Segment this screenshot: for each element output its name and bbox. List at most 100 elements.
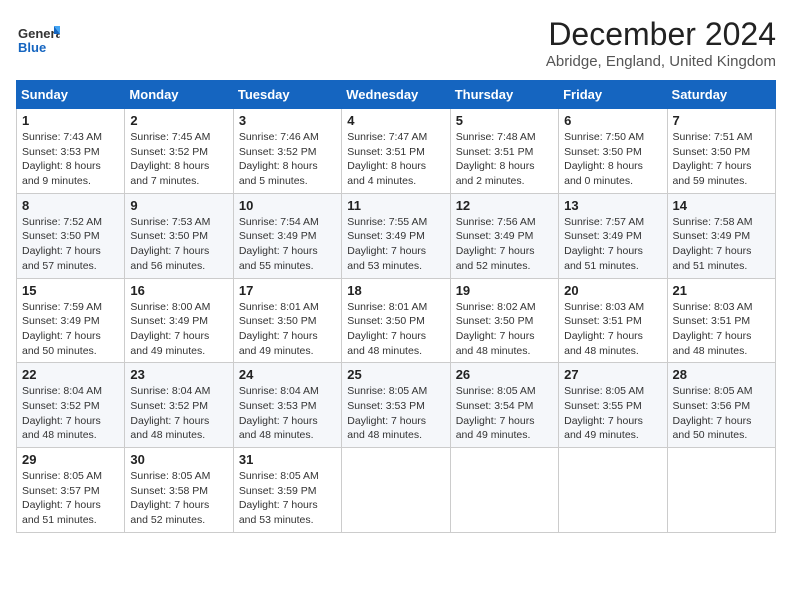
day-cell: 3 Sunrise: 7:46 AM Sunset: 3:52 PM Dayli…: [233, 109, 341, 194]
svg-text:General: General: [18, 26, 60, 41]
day-number: 9: [130, 198, 227, 213]
day-info: Sunrise: 7:46 AM Sunset: 3:52 PM Dayligh…: [239, 130, 336, 189]
day-info: Sunrise: 8:05 AM Sunset: 3:59 PM Dayligh…: [239, 469, 336, 528]
day-cell: 31 Sunrise: 8:05 AM Sunset: 3:59 PM Dayl…: [233, 448, 341, 533]
day-info: Sunrise: 7:53 AM Sunset: 3:50 PM Dayligh…: [130, 215, 227, 274]
day-number: 29: [22, 452, 119, 467]
day-info: Sunrise: 7:45 AM Sunset: 3:52 PM Dayligh…: [130, 130, 227, 189]
day-number: 19: [456, 283, 553, 298]
title-block: December 2024 Abridge, England, United K…: [546, 16, 776, 70]
day-number: 3: [239, 113, 336, 128]
logo-icon: General Blue: [16, 16, 60, 60]
day-info: Sunrise: 7:48 AM Sunset: 3:51 PM Dayligh…: [456, 130, 553, 189]
calendar-header: SundayMondayTuesdayWednesdayThursdayFrid…: [17, 81, 776, 109]
day-info: Sunrise: 7:52 AM Sunset: 3:50 PM Dayligh…: [22, 215, 119, 274]
day-number: 13: [564, 198, 661, 213]
header-tuesday: Tuesday: [233, 81, 341, 109]
calendar-table: SundayMondayTuesdayWednesdayThursdayFrid…: [16, 80, 776, 533]
day-info: Sunrise: 7:43 AM Sunset: 3:53 PM Dayligh…: [22, 130, 119, 189]
day-number: 28: [673, 367, 770, 382]
week-row-1: 1 Sunrise: 7:43 AM Sunset: 3:53 PM Dayli…: [17, 109, 776, 194]
day-number: 25: [347, 367, 444, 382]
day-info: Sunrise: 8:01 AM Sunset: 3:50 PM Dayligh…: [239, 300, 336, 359]
day-number: 6: [564, 113, 661, 128]
day-cell: [450, 448, 558, 533]
day-cell: 28 Sunrise: 8:05 AM Sunset: 3:56 PM Dayl…: [667, 363, 775, 448]
week-row-5: 29 Sunrise: 8:05 AM Sunset: 3:57 PM Dayl…: [17, 448, 776, 533]
day-number: 7: [673, 113, 770, 128]
day-info: Sunrise: 8:00 AM Sunset: 3:49 PM Dayligh…: [130, 300, 227, 359]
header-thursday: Thursday: [450, 81, 558, 109]
day-cell: 22 Sunrise: 8:04 AM Sunset: 3:52 PM Dayl…: [17, 363, 125, 448]
header-row: SundayMondayTuesdayWednesdayThursdayFrid…: [17, 81, 776, 109]
day-number: 18: [347, 283, 444, 298]
day-info: Sunrise: 8:03 AM Sunset: 3:51 PM Dayligh…: [673, 300, 770, 359]
logo: General Blue: [16, 16, 64, 60]
day-cell: 4 Sunrise: 7:47 AM Sunset: 3:51 PM Dayli…: [342, 109, 450, 194]
day-cell: 26 Sunrise: 8:05 AM Sunset: 3:54 PM Dayl…: [450, 363, 558, 448]
day-number: 4: [347, 113, 444, 128]
day-info: Sunrise: 8:03 AM Sunset: 3:51 PM Dayligh…: [564, 300, 661, 359]
day-number: 16: [130, 283, 227, 298]
day-cell: 25 Sunrise: 8:05 AM Sunset: 3:53 PM Dayl…: [342, 363, 450, 448]
header-saturday: Saturday: [667, 81, 775, 109]
day-cell: 27 Sunrise: 8:05 AM Sunset: 3:55 PM Dayl…: [559, 363, 667, 448]
header-sunday: Sunday: [17, 81, 125, 109]
day-info: Sunrise: 7:58 AM Sunset: 3:49 PM Dayligh…: [673, 215, 770, 274]
day-number: 20: [564, 283, 661, 298]
day-info: Sunrise: 8:01 AM Sunset: 3:50 PM Dayligh…: [347, 300, 444, 359]
day-cell: 1 Sunrise: 7:43 AM Sunset: 3:53 PM Dayli…: [17, 109, 125, 194]
main-title: December 2024: [546, 16, 776, 53]
day-cell: 11 Sunrise: 7:55 AM Sunset: 3:49 PM Dayl…: [342, 193, 450, 278]
day-info: Sunrise: 8:04 AM Sunset: 3:52 PM Dayligh…: [130, 384, 227, 443]
subtitle: Abridge, England, United Kingdom: [546, 53, 776, 70]
day-number: 1: [22, 113, 119, 128]
day-info: Sunrise: 7:50 AM Sunset: 3:50 PM Dayligh…: [564, 130, 661, 189]
day-cell: 24 Sunrise: 8:04 AM Sunset: 3:53 PM Dayl…: [233, 363, 341, 448]
day-info: Sunrise: 8:05 AM Sunset: 3:55 PM Dayligh…: [564, 384, 661, 443]
day-info: Sunrise: 7:47 AM Sunset: 3:51 PM Dayligh…: [347, 130, 444, 189]
day-cell: 7 Sunrise: 7:51 AM Sunset: 3:50 PM Dayli…: [667, 109, 775, 194]
day-info: Sunrise: 8:05 AM Sunset: 3:58 PM Dayligh…: [130, 469, 227, 528]
day-cell: 30 Sunrise: 8:05 AM Sunset: 3:58 PM Dayl…: [125, 448, 233, 533]
day-info: Sunrise: 7:57 AM Sunset: 3:49 PM Dayligh…: [564, 215, 661, 274]
day-cell: 19 Sunrise: 8:02 AM Sunset: 3:50 PM Dayl…: [450, 278, 558, 363]
day-info: Sunrise: 8:05 AM Sunset: 3:57 PM Dayligh…: [22, 469, 119, 528]
week-row-2: 8 Sunrise: 7:52 AM Sunset: 3:50 PM Dayli…: [17, 193, 776, 278]
day-number: 31: [239, 452, 336, 467]
day-number: 14: [673, 198, 770, 213]
day-cell: 21 Sunrise: 8:03 AM Sunset: 3:51 PM Dayl…: [667, 278, 775, 363]
day-number: 23: [130, 367, 227, 382]
day-cell: 23 Sunrise: 8:04 AM Sunset: 3:52 PM Dayl…: [125, 363, 233, 448]
day-number: 8: [22, 198, 119, 213]
day-info: Sunrise: 8:04 AM Sunset: 3:53 PM Dayligh…: [239, 384, 336, 443]
day-info: Sunrise: 8:04 AM Sunset: 3:52 PM Dayligh…: [22, 384, 119, 443]
day-cell: 18 Sunrise: 8:01 AM Sunset: 3:50 PM Dayl…: [342, 278, 450, 363]
day-number: 27: [564, 367, 661, 382]
day-info: Sunrise: 8:05 AM Sunset: 3:54 PM Dayligh…: [456, 384, 553, 443]
week-row-4: 22 Sunrise: 8:04 AM Sunset: 3:52 PM Dayl…: [17, 363, 776, 448]
day-cell: 2 Sunrise: 7:45 AM Sunset: 3:52 PM Dayli…: [125, 109, 233, 194]
day-number: 24: [239, 367, 336, 382]
day-number: 5: [456, 113, 553, 128]
day-number: 17: [239, 283, 336, 298]
header-friday: Friday: [559, 81, 667, 109]
header-wednesday: Wednesday: [342, 81, 450, 109]
day-cell: 12 Sunrise: 7:56 AM Sunset: 3:49 PM Dayl…: [450, 193, 558, 278]
page-header: General Blue December 2024 Abridge, Engl…: [16, 16, 776, 70]
day-info: Sunrise: 7:54 AM Sunset: 3:49 PM Dayligh…: [239, 215, 336, 274]
day-cell: [667, 448, 775, 533]
day-cell: 16 Sunrise: 8:00 AM Sunset: 3:49 PM Dayl…: [125, 278, 233, 363]
day-cell: 9 Sunrise: 7:53 AM Sunset: 3:50 PM Dayli…: [125, 193, 233, 278]
day-number: 11: [347, 198, 444, 213]
day-info: Sunrise: 8:05 AM Sunset: 3:56 PM Dayligh…: [673, 384, 770, 443]
day-cell: 20 Sunrise: 8:03 AM Sunset: 3:51 PM Dayl…: [559, 278, 667, 363]
day-number: 21: [673, 283, 770, 298]
day-cell: 5 Sunrise: 7:48 AM Sunset: 3:51 PM Dayli…: [450, 109, 558, 194]
day-cell: 6 Sunrise: 7:50 AM Sunset: 3:50 PM Dayli…: [559, 109, 667, 194]
day-info: Sunrise: 7:56 AM Sunset: 3:49 PM Dayligh…: [456, 215, 553, 274]
day-cell: 13 Sunrise: 7:57 AM Sunset: 3:49 PM Dayl…: [559, 193, 667, 278]
header-monday: Monday: [125, 81, 233, 109]
day-info: Sunrise: 7:55 AM Sunset: 3:49 PM Dayligh…: [347, 215, 444, 274]
day-cell: 8 Sunrise: 7:52 AM Sunset: 3:50 PM Dayli…: [17, 193, 125, 278]
